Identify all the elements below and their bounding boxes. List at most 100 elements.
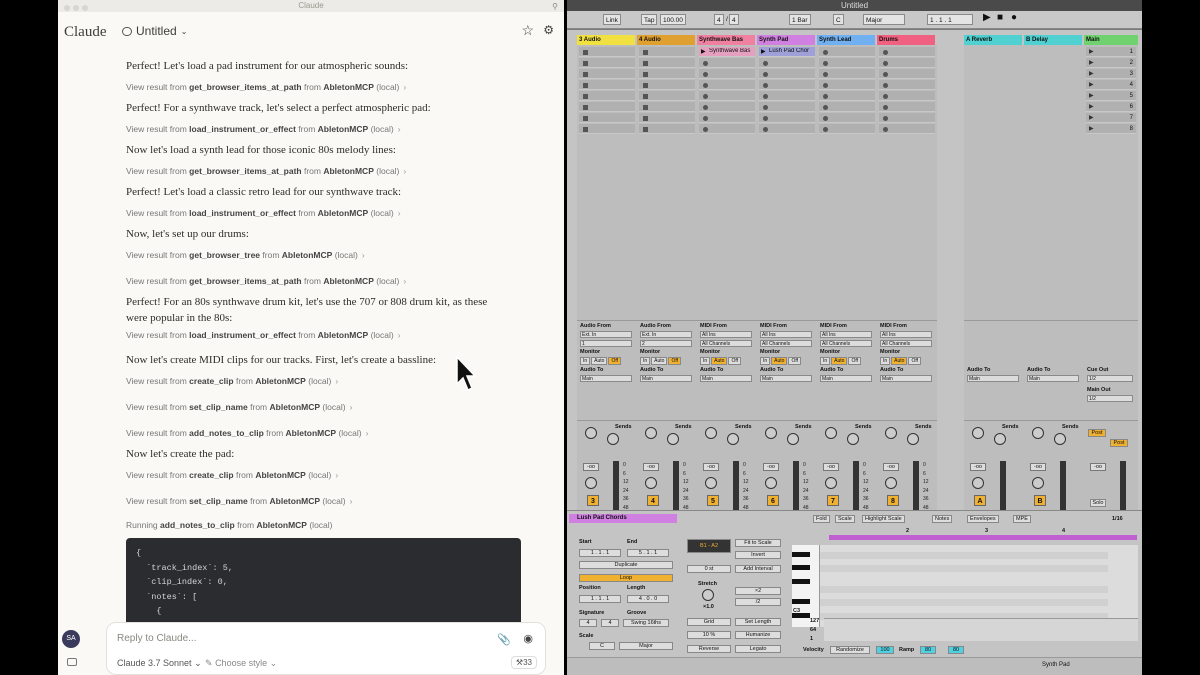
velocity-value-field[interactable]: 100: [876, 646, 894, 654]
scene-play-icon[interactable]: ▶: [1089, 113, 1094, 123]
tap-button[interactable]: Tap: [641, 14, 658, 25]
clip-slot-stop-icon[interactable]: [763, 105, 768, 110]
main-volume-fader[interactable]: [1120, 461, 1126, 516]
clip-slot-stop-icon[interactable]: [643, 61, 648, 66]
humanize-button[interactable]: Humanize: [735, 631, 781, 639]
output-select[interactable]: Main: [967, 375, 1019, 382]
cue-out-select[interactable]: 1/2: [1087, 375, 1133, 382]
track-activator-button[interactable]: 6: [767, 495, 779, 506]
ramp-start-field[interactable]: 80: [920, 646, 936, 654]
return-header-b[interactable]: B Delay: [1024, 35, 1082, 45]
clip-slot-stop-icon[interactable]: [583, 83, 588, 88]
add-interval-button[interactable]: Add Interval: [735, 565, 781, 573]
monitor-in-button[interactable]: In: [880, 357, 891, 365]
clip-slot-stop-icon[interactable]: [883, 127, 888, 132]
clip-slot-stop-icon[interactable]: [883, 50, 888, 55]
main-out-select[interactable]: 1/2: [1087, 395, 1133, 402]
tool-result-row[interactable]: View result from load_instrument_or_effe…: [126, 330, 401, 340]
return-volume-readout[interactable]: -oo: [970, 463, 986, 471]
clip-slot[interactable]: [879, 47, 935, 57]
clip-slot-stop-icon[interactable]: [583, 61, 588, 66]
clip-slot[interactable]: [699, 113, 755, 123]
send-a-knob[interactable]: [765, 427, 777, 439]
loop-brace[interactable]: [829, 535, 1137, 540]
track-activator-button[interactable]: 4: [647, 495, 659, 506]
input-channel-select[interactable]: 2: [640, 340, 692, 347]
send-b-knob[interactable]: [1054, 433, 1066, 445]
clip-slot[interactable]: [759, 124, 815, 134]
clip-slot[interactable]: [819, 91, 875, 101]
scene-launch-6[interactable]: ▶ 6: [1086, 102, 1136, 112]
loop-button[interactable]: Loop: [579, 574, 673, 582]
clip-slot[interactable]: [699, 91, 755, 101]
input-source-select[interactable]: All Ins: [880, 331, 932, 338]
volume-fader[interactable]: [673, 461, 679, 516]
input-source-select[interactable]: All Ins: [700, 331, 752, 338]
pan-knob[interactable]: [705, 477, 717, 489]
halve-button[interactable]: /2: [735, 598, 781, 606]
clip-slot-stop-icon[interactable]: [823, 94, 828, 99]
scene-play-icon[interactable]: ▶: [1089, 69, 1094, 79]
return-activator-button[interactable]: A: [974, 495, 986, 506]
output-select[interactable]: Main: [1027, 375, 1079, 382]
clip-slot[interactable]: [879, 102, 935, 112]
play-icon[interactable]: ▶: [981, 12, 993, 23]
clip-slot-stop-icon[interactable]: [823, 127, 828, 132]
send-a-knob[interactable]: [825, 427, 837, 439]
main-track-header[interactable]: Main: [1084, 35, 1138, 45]
track-volume-readout[interactable]: -oo: [883, 463, 899, 471]
return-volume-readout[interactable]: -oo: [1030, 463, 1046, 471]
clip-slot-stop-icon[interactable]: [643, 83, 648, 88]
clip-slot[interactable]: [819, 102, 875, 112]
monitor-off-button[interactable]: Off: [908, 357, 922, 365]
volume-fader[interactable]: [1060, 461, 1066, 516]
reply-input[interactable]: Reply to Claude...: [117, 633, 197, 644]
main-volume-readout[interactable]: -oo: [1090, 463, 1106, 471]
track-volume-readout[interactable]: -oo: [583, 463, 599, 471]
track-header-6[interactable]: Drums: [877, 35, 935, 45]
track-header-2[interactable]: 4 Audio: [637, 35, 695, 45]
input-source-select[interactable]: All Ins: [760, 331, 812, 338]
send-a-knob[interactable]: [885, 427, 897, 439]
send-a-knob[interactable]: [972, 427, 984, 439]
scene-launch-3[interactable]: ▶ 3: [1086, 69, 1136, 79]
track-activator-button[interactable]: 5: [707, 495, 719, 506]
monitor-auto-button[interactable]: Auto: [591, 357, 608, 365]
monitor-in-button[interactable]: In: [760, 357, 771, 365]
randomize-button[interactable]: Randomize: [830, 646, 870, 654]
clip-slot[interactable]: [879, 80, 935, 90]
clip-slot[interactable]: [759, 58, 815, 68]
scene-play-icon[interactable]: ▶: [1089, 58, 1094, 68]
tool-count-badge[interactable]: ⚒33: [510, 656, 537, 669]
clip-slot-stop-icon[interactable]: [643, 116, 648, 121]
track-volume-readout[interactable]: -oo: [763, 463, 779, 471]
clip-slot-stop-icon[interactable]: [763, 72, 768, 77]
monitor-off-button[interactable]: Off: [788, 357, 802, 365]
arrangement-position[interactable]: 1 . 1 . 1: [927, 14, 973, 25]
send-b-knob[interactable]: [847, 433, 859, 445]
key-select[interactable]: C: [833, 14, 844, 25]
track-activator-button[interactable]: 8: [887, 495, 899, 506]
record-icon[interactable]: ●: [1009, 12, 1019, 23]
monitor-in-button[interactable]: In: [640, 357, 651, 365]
monitor-off-button[interactable]: Off: [848, 357, 862, 365]
clip-slot-stop-icon[interactable]: [823, 72, 828, 77]
humanize-amount[interactable]: 10 %: [687, 631, 731, 639]
pan-knob[interactable]: [585, 477, 597, 489]
monitor-auto-button[interactable]: Auto: [711, 357, 728, 365]
clip-slot-stop-icon[interactable]: [763, 94, 768, 99]
clip-slot-stop-icon[interactable]: [763, 116, 768, 121]
transpose-field[interactable]: 0 st: [687, 565, 731, 573]
track-volume-readout[interactable]: -oo: [643, 463, 659, 471]
clip-end-field[interactable]: 5 . 1 . 1: [627, 549, 669, 557]
tab-notes[interactable]: Notes: [932, 515, 953, 523]
post-button[interactable]: Post: [1110, 439, 1128, 447]
clip-slot[interactable]: [639, 124, 695, 134]
clip-slot-stop-icon[interactable]: [583, 72, 588, 77]
clip-slot[interactable]: [579, 58, 635, 68]
clip-slot-stop-icon[interactable]: [583, 94, 588, 99]
volume-fader[interactable]: [913, 461, 919, 516]
track-header-4[interactable]: Synth Pad: [757, 35, 815, 45]
monitor-auto-button[interactable]: Auto: [831, 357, 848, 365]
clip-slot-stop-icon[interactable]: [643, 72, 648, 77]
